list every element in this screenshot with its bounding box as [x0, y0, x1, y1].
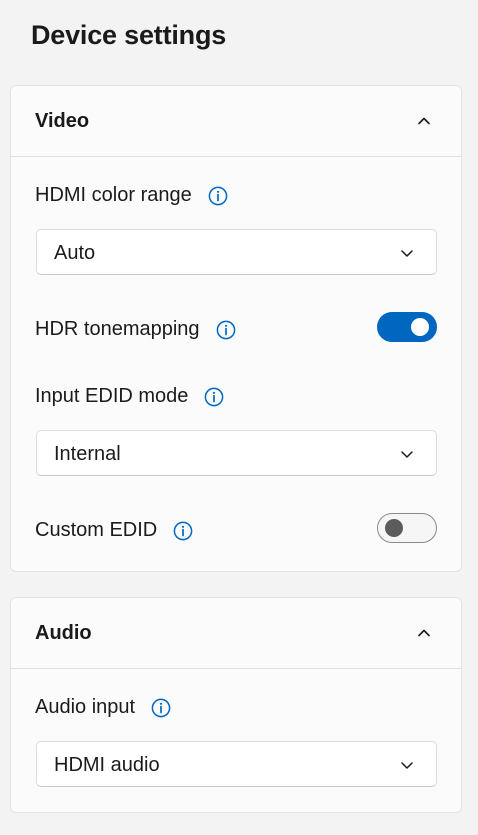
audio-section-header[interactable]: Audio [11, 598, 461, 669]
page-title: Device settings [31, 20, 227, 50]
audio-input-value: HDMI audio [54, 754, 160, 776]
info-icon[interactable] [204, 387, 224, 407]
chevron-down-icon [401, 451, 413, 458]
input-edid-mode-dropdown[interactable]: Internal [36, 430, 437, 476]
chevron-down-icon [401, 250, 413, 257]
video-section-title: Video [35, 110, 90, 132]
audio-input-row: Audio input [35, 696, 171, 719]
chevron-down-icon [401, 762, 413, 769]
audio-section-title: Audio [35, 622, 92, 644]
audio-section: Audio Audio input HDMI audio [10, 597, 462, 813]
hdmi-color-range-label: HDMI color range [35, 184, 192, 206]
video-section-header[interactable]: Video [11, 86, 461, 157]
input-edid-mode-label: Input EDID mode [35, 385, 189, 407]
info-icon[interactable] [216, 320, 236, 340]
custom-edid-label: Custom EDID [35, 519, 158, 541]
hdr-tonemapping-toggle[interactable] [377, 312, 437, 342]
hdr-tonemapping-row: HDR tonemapping [35, 318, 236, 341]
input-edid-mode-row: Input EDID mode [35, 385, 224, 408]
info-icon[interactable] [151, 698, 171, 718]
hdmi-color-range-row: HDMI color range [35, 184, 228, 207]
info-icon[interactable] [208, 186, 228, 206]
custom-edid-toggle[interactable] [377, 513, 437, 543]
hdr-tonemapping-label: HDR tonemapping [35, 318, 200, 340]
audio-input-dropdown[interactable]: HDMI audio [36, 741, 437, 787]
input-edid-mode-value: Internal [54, 443, 121, 465]
chevron-up-icon[interactable] [417, 626, 431, 640]
hdmi-color-range-dropdown[interactable]: Auto [36, 229, 437, 275]
hdmi-color-range-value: Auto [54, 242, 96, 264]
custom-edid-row: Custom EDID [35, 519, 193, 542]
toggle-knob [385, 519, 403, 537]
toggle-knob [411, 318, 429, 336]
video-section: Video HDMI color range Auto HDR tonemapp… [10, 85, 462, 572]
audio-input-label: Audio input [35, 696, 136, 718]
chevron-up-icon[interactable] [417, 114, 431, 128]
info-icon[interactable] [173, 521, 193, 541]
